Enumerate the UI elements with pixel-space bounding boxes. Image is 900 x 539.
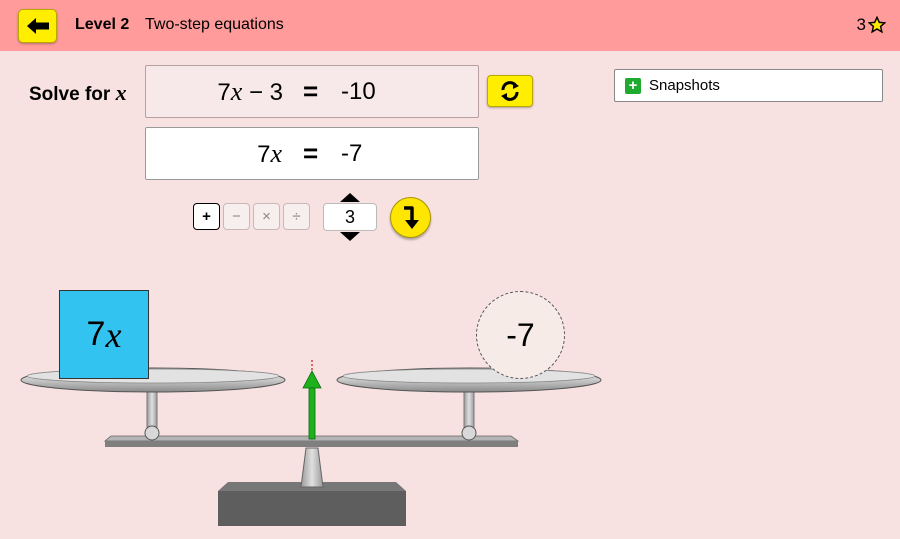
block-coef: 7 <box>86 315 106 353</box>
scale-base <box>218 482 406 526</box>
balance-pointer-icon <box>302 370 322 440</box>
right-pan-post <box>461 389 477 441</box>
right-pan-value[interactable]: -7 <box>476 291 565 379</box>
scale-pillar <box>300 447 324 488</box>
right-value-text: -7 <box>506 316 535 353</box>
left-pan-post <box>144 389 160 441</box>
block-var: x <box>105 314 122 355</box>
left-pan-block[interactable]: 7x <box>59 290 149 379</box>
balance-scale <box>20 360 602 526</box>
right-pan <box>336 367 602 393</box>
